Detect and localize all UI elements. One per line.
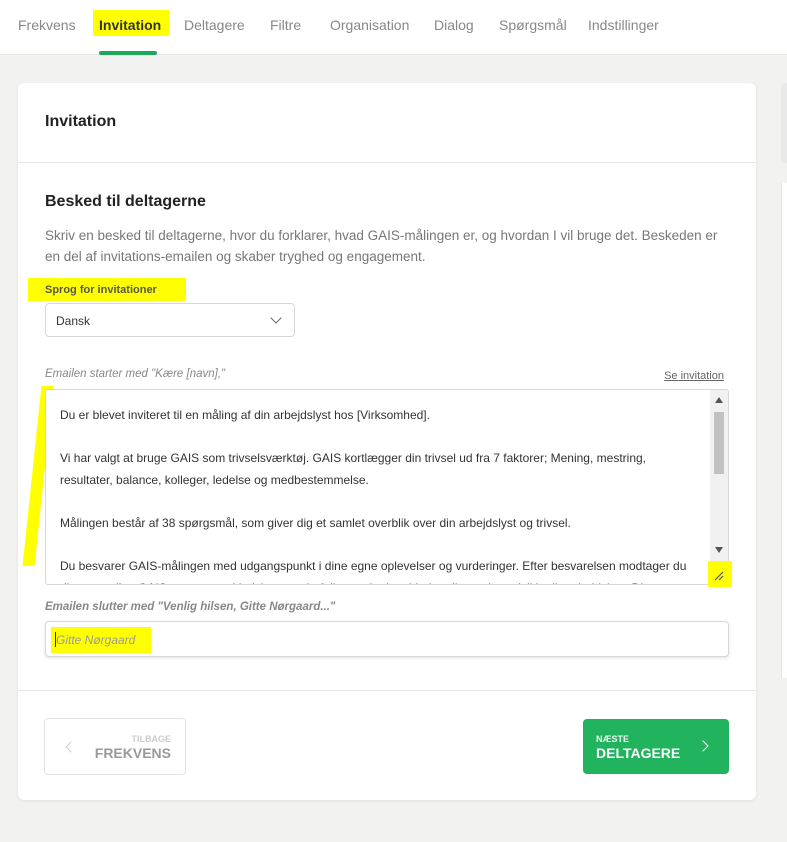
tab-organisation[interactable]: Organisation xyxy=(330,16,409,34)
email-ends-label: Emailen slutter med "Venlig hilsen, Gitt… xyxy=(45,601,336,613)
tab-indstillinger[interactable]: Indstillinger xyxy=(588,16,659,34)
next-button-label: DELTAGERE xyxy=(596,745,681,761)
scrollbar-thumb[interactable] xyxy=(714,412,724,474)
section-title: Besked til deltagerne xyxy=(45,193,206,210)
text-caret xyxy=(55,632,56,647)
chevron-down-icon xyxy=(270,312,282,324)
tab-invitation[interactable]: Invitation xyxy=(99,16,161,34)
message-textarea[interactable]: Du er blevet inviteret til en måling af … xyxy=(45,389,729,585)
scroll-up-icon[interactable] xyxy=(715,397,723,403)
message-paragraph: Målingen består af 38 spørgsmål, som giv… xyxy=(60,516,571,530)
signature-input[interactable]: Gitte Nørgaard xyxy=(45,621,729,657)
back-button[interactable]: TILBAGE FREKVENS xyxy=(44,718,186,775)
email-starts-label: Emailen starter med "Kære [navn]," xyxy=(45,368,226,380)
scroll-down-icon[interactable] xyxy=(715,547,723,553)
message-content: Du er blevet inviteret til en måling af … xyxy=(60,404,700,584)
divider xyxy=(18,690,756,691)
message-paragraph: Du er blevet inviteret til en måling af … xyxy=(60,408,430,422)
active-tab-underline xyxy=(99,51,157,55)
see-invitation-link[interactable]: Se invitation xyxy=(664,370,724,382)
top-navigation: Frekvens Invitation Deltagere Filtre Org… xyxy=(0,0,787,55)
textarea-scrollbar[interactable] xyxy=(710,390,728,584)
chevron-left-icon xyxy=(65,741,77,753)
chevron-right-icon xyxy=(697,740,709,752)
message-paragraph: Vi har valgt at bruge GAIS som trivselsv… xyxy=(60,451,646,487)
resize-handle-icon[interactable] xyxy=(714,571,724,581)
tab-dialog[interactable]: Dialog xyxy=(434,16,474,34)
invitation-card: Invitation Besked til deltagerne Skriv e… xyxy=(18,83,756,800)
tab-filtre[interactable]: Filtre xyxy=(270,16,301,34)
tab-frekvens[interactable]: Frekvens xyxy=(18,16,76,34)
divider xyxy=(18,162,756,163)
back-button-label: FREKVENS xyxy=(94,745,171,761)
side-panel-edge xyxy=(781,83,787,163)
side-panel-edge xyxy=(781,183,787,678)
back-button-small-label: TILBAGE xyxy=(131,734,172,744)
card-title: Invitation xyxy=(45,113,117,130)
next-button-small-label: NÆSTE xyxy=(596,734,630,744)
language-label: Sprog for invitationer xyxy=(45,284,157,296)
signature-value: Gitte Nørgaard xyxy=(56,633,136,647)
tab-spoergsmaal[interactable]: Spørgsmål xyxy=(499,16,567,34)
language-select[interactable]: Dansk xyxy=(45,303,295,337)
tab-deltagere[interactable]: Deltagere xyxy=(184,16,245,34)
message-paragraph: Du besvarer GAIS-målingen med udgangspun… xyxy=(60,559,696,584)
next-button[interactable]: NÆSTE DELTAGERE xyxy=(583,719,729,774)
language-select-value: Dansk xyxy=(56,314,91,328)
section-description: Skriv en besked til deltagerne, hvor du … xyxy=(45,228,718,264)
